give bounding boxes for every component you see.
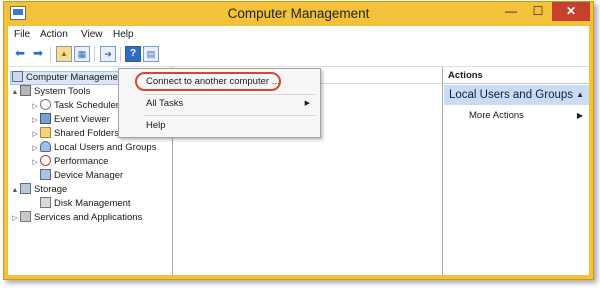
tree-item-label: Event Viewer <box>54 114 110 125</box>
clock-icon <box>40 99 51 110</box>
tree-item-label: Services and Applications <box>34 212 143 223</box>
menu-help[interactable]: Help <box>113 29 134 40</box>
actions-section-local-users-and-groups[interactable]: Local Users and Groups ▲ <box>444 85 589 105</box>
expand-triangle-icon[interactable]: ▷ <box>30 156 40 170</box>
performance-icon <box>40 155 51 166</box>
expand-triangle-icon[interactable]: ▷ <box>30 114 40 128</box>
export-list-icon[interactable]: ➜ <box>100 46 116 62</box>
help-icon[interactable]: ? <box>125 46 141 62</box>
expand-triangle-icon[interactable]: ▷ <box>10 212 20 226</box>
up-folder-icon[interactable]: ▲ <box>56 46 72 62</box>
tree-item-label: Storage <box>34 184 68 195</box>
tree-item-system-tools[interactable]: ▲ System Tools <box>10 85 90 99</box>
client-area: File Action View Help ⬅ ➡ ▲ ▦ ➜ ? ▤ Comp… <box>8 26 589 275</box>
toolbar-separator <box>120 47 121 62</box>
submenu-arrow-icon: ▶ <box>576 111 583 120</box>
disk-icon <box>40 197 51 208</box>
menu-file[interactable]: File <box>14 29 30 40</box>
computer-management-window: Computer Management — ☐ ✕ File Action Vi… <box>3 1 594 280</box>
services-icon <box>20 211 31 222</box>
tools-icon <box>20 85 31 96</box>
actions-header: Actions <box>444 67 589 84</box>
title-bar[interactable]: Computer Management — ☐ ✕ <box>4 2 593 26</box>
event-viewer-icon <box>40 113 51 124</box>
tree-item-label: System Tools <box>34 86 91 97</box>
collapse-triangle-icon[interactable]: ▲ <box>10 86 20 100</box>
expand-triangle-icon[interactable]: ▷ <box>30 142 40 156</box>
tree-item-services-and-applications[interactable]: ▷ Services and Applications <box>10 211 142 225</box>
menu-action[interactable]: Action <box>40 29 68 40</box>
tree-item-disk-management[interactable]: Disk Management <box>30 197 131 211</box>
tree-item-label: Local Users and Groups <box>54 142 157 153</box>
more-actions-label: More Actions <box>469 110 524 121</box>
toolbar-separator <box>94 47 95 62</box>
tree-item-device-manager[interactable]: Device Manager <box>30 169 123 183</box>
minimize-button[interactable]: — <box>498 2 524 21</box>
collapse-arrow-icon[interactable]: ▲ <box>576 85 584 105</box>
collapse-triangle-icon[interactable]: ▲ <box>10 184 20 198</box>
tree-item-shared-folders[interactable]: ▷ Shared Folders <box>30 127 119 141</box>
tree-item-event-viewer[interactable]: ▷ Event Viewer <box>30 113 110 127</box>
tree-item-storage[interactable]: ▲ Storage <box>10 183 67 197</box>
maximize-button[interactable]: ☐ <box>525 2 551 21</box>
more-actions-item[interactable]: More Actions ▶ <box>444 108 589 124</box>
close-button[interactable]: ✕ <box>552 2 590 21</box>
arrow-right-icon[interactable]: ➡ <box>30 46 46 62</box>
tree-item-performance[interactable]: ▷ Performance <box>30 155 108 169</box>
menu-view[interactable]: View <box>81 29 103 40</box>
context-menu-all-tasks[interactable]: All Tasks ▶ <box>119 95 318 113</box>
context-menu-help[interactable]: Help <box>119 117 318 135</box>
actions-pane: Actions Local Users and Groups ▲ More Ac… <box>444 67 589 275</box>
context-menu-separator <box>144 115 316 116</box>
computer-icon <box>12 71 23 82</box>
context-menu-all-tasks-label: All Tasks <box>146 98 184 109</box>
tree-item-label: Disk Management <box>54 198 131 209</box>
tree-item-label: Performance <box>54 156 109 167</box>
shared-folder-icon <box>40 127 51 138</box>
expand-triangle-icon[interactable]: ▷ <box>30 128 40 142</box>
menu-bar: File Action View Help <box>8 26 589 44</box>
toolbar: ⬅ ➡ ▲ ▦ ➜ ? ▤ <box>8 44 589 67</box>
tree-item-label: Shared Folders <box>54 128 119 139</box>
tree-item-task-scheduler[interactable]: ▷ Task Scheduler <box>30 99 119 113</box>
tree-item-local-users-and-groups[interactable]: ▷ Local Users and Groups <box>30 141 156 155</box>
device-manager-icon <box>40 169 51 180</box>
toolbar-separator <box>50 47 51 62</box>
storage-icon <box>20 183 31 194</box>
tree-item-label: Task Scheduler <box>54 100 119 111</box>
arrow-left-icon[interactable]: ⬅ <box>12 46 28 62</box>
actions-section-label: Local Users and Groups <box>449 89 574 101</box>
expand-triangle-icon[interactable]: ▷ <box>30 100 40 114</box>
users-icon <box>40 141 51 152</box>
submenu-arrow-icon: ▶ <box>304 100 310 107</box>
show-hide-tree-icon[interactable]: ▦ <box>74 46 90 62</box>
tree-item-label: Device Manager <box>54 170 124 181</box>
highlight-circle-annotation <box>135 72 281 91</box>
properties-icon[interactable]: ▤ <box>143 46 159 62</box>
